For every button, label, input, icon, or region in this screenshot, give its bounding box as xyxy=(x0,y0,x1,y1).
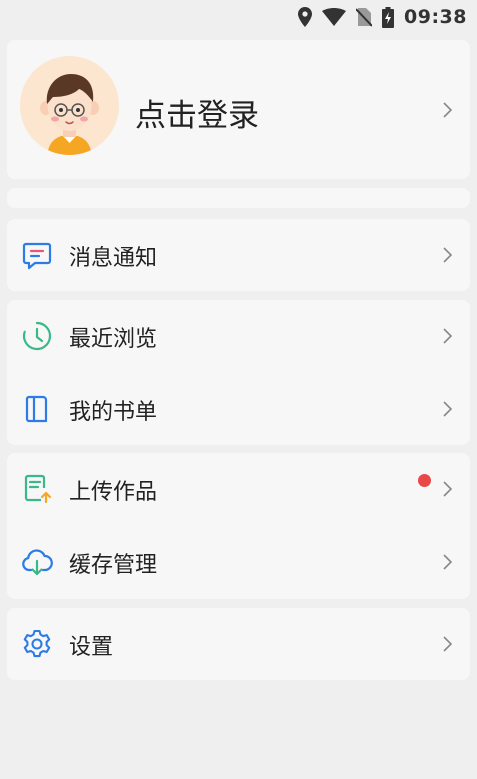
menu-group-reading: 最近浏览 我的书单 xyxy=(7,300,470,445)
status-bar: 09:38 xyxy=(0,0,477,34)
chevron-right-icon xyxy=(442,102,452,118)
spacer-bar xyxy=(7,188,470,208)
chevron-right-icon xyxy=(442,247,452,263)
chevron-right-icon xyxy=(442,328,452,344)
menu-item-label: 最近浏览 xyxy=(69,327,158,352)
menu-item-label: 上传作品 xyxy=(69,480,158,505)
notification-badge xyxy=(418,474,431,487)
menu-item-label: 消息通知 xyxy=(69,246,158,271)
chevron-right-icon xyxy=(442,554,452,570)
gear-icon xyxy=(21,628,53,660)
chevron-right-icon xyxy=(442,481,452,497)
avatar[interactable] xyxy=(20,56,119,155)
menu-item-notifications[interactable]: 消息通知 xyxy=(7,219,470,291)
location-icon xyxy=(298,7,313,27)
chevron-right-icon xyxy=(442,401,452,417)
message-icon xyxy=(21,239,53,271)
menu-item-booklist[interactable]: 我的书单 xyxy=(7,373,470,445)
menu-item-label: 我的书单 xyxy=(69,400,158,425)
book-icon xyxy=(21,393,53,425)
menu-group-notifications: 消息通知 xyxy=(7,219,470,291)
menu-group-works: 上传作品 缓存管理 xyxy=(7,453,470,599)
menu-group-settings: 设置 xyxy=(7,608,470,680)
login-label[interactable]: 点击登录 xyxy=(135,90,259,135)
clock-icon xyxy=(21,320,53,352)
menu-item-cache[interactable]: 缓存管理 xyxy=(7,526,470,598)
status-time: 09:38 xyxy=(404,6,467,28)
no-sim-icon xyxy=(356,7,373,27)
menu-item-settings[interactable]: 设置 xyxy=(7,608,470,680)
menu-item-upload[interactable]: 上传作品 xyxy=(7,453,470,525)
menu-item-label: 缓存管理 xyxy=(69,553,158,578)
menu-item-label: 设置 xyxy=(69,635,114,660)
upload-doc-icon xyxy=(21,473,53,505)
menu-item-recent[interactable]: 最近浏览 xyxy=(7,300,470,372)
wifi-icon xyxy=(322,8,347,26)
battery-charging-icon xyxy=(382,6,395,28)
cloud-download-icon xyxy=(21,546,53,578)
chevron-right-icon xyxy=(442,636,452,652)
profile-login-card[interactable]: 点击登录 xyxy=(7,40,470,179)
